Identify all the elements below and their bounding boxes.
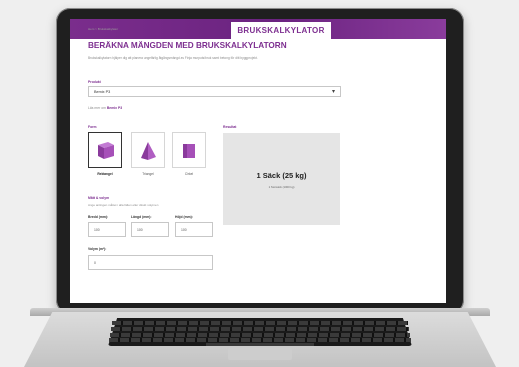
width-input-value: 100 bbox=[94, 228, 100, 232]
keyboard-row bbox=[112, 321, 408, 325]
form-option-triangle[interactable] bbox=[131, 132, 165, 168]
sizes-label: Mått & volym bbox=[88, 196, 110, 200]
product-select-value: Bemix P3 bbox=[94, 90, 111, 94]
chevron-down-icon: ▾ bbox=[331, 89, 335, 95]
volume-label: Volym (m³): bbox=[88, 247, 107, 251]
volume-input[interactable]: 0 bbox=[88, 255, 213, 270]
read-more-prefix: Läs mer om bbox=[88, 106, 106, 110]
length-input-value: 100 bbox=[137, 228, 143, 232]
width-label: Bredd (mm): bbox=[88, 215, 109, 219]
form-option-label: Cirkel bbox=[184, 172, 194, 176]
volume-input-value: 0 bbox=[94, 261, 96, 265]
read-more-link[interactable]: Bemix P3 bbox=[107, 106, 122, 110]
form-option-circle[interactable] bbox=[172, 132, 206, 168]
prism-icon bbox=[141, 142, 156, 160]
header-title: BRUKSKALKYLATOR bbox=[231, 22, 331, 39]
read-more: Läs mer om Bemix P3 bbox=[88, 106, 122, 110]
product-select[interactable]: Bemix P3 ▾ bbox=[88, 86, 341, 97]
result-label: Resultat bbox=[223, 125, 237, 129]
height-input[interactable]: 100 bbox=[175, 222, 213, 237]
form-option-label: Triangel bbox=[142, 172, 154, 176]
breadcrumb[interactable]: Hem > Brukskalkylator bbox=[88, 27, 118, 31]
form-option-rectangle[interactable] bbox=[88, 132, 122, 168]
width-input[interactable]: 100 bbox=[88, 222, 126, 237]
keyboard-row bbox=[109, 338, 411, 342]
spacebar bbox=[206, 343, 314, 346]
form-option-label: Rektangel bbox=[97, 172, 113, 176]
keyboard-row bbox=[110, 333, 410, 337]
keyboard-row bbox=[111, 327, 409, 331]
result-panel: 1 Säck (25 kg) 1 Storsäck (1000 kg) bbox=[223, 133, 340, 225]
form-label: Form bbox=[88, 125, 97, 129]
height-input-value: 100 bbox=[181, 228, 187, 232]
length-input[interactable]: 100 bbox=[131, 222, 169, 237]
cube-icon bbox=[98, 142, 114, 159]
product-label: Produkt bbox=[88, 80, 101, 84]
cylinder-icon bbox=[183, 144, 195, 158]
result-amount: 1 Säck (25 kg) bbox=[256, 171, 307, 180]
page-title: BERÄKNA MÄNGDEN MED BRUKSKALKYLATORN bbox=[88, 41, 287, 50]
sizes-hint: Ange antingen måttet i alla fälten eller… bbox=[88, 203, 159, 207]
page-intro: Brukskalkylatorn hjälper dig att planera… bbox=[88, 56, 258, 60]
length-label: Längd (mm): bbox=[131, 215, 152, 219]
result-detail: 1 Storsäck (1000 kg) bbox=[268, 185, 295, 189]
height-label: Höjd (mm): bbox=[175, 215, 193, 219]
trackpad bbox=[228, 348, 292, 360]
